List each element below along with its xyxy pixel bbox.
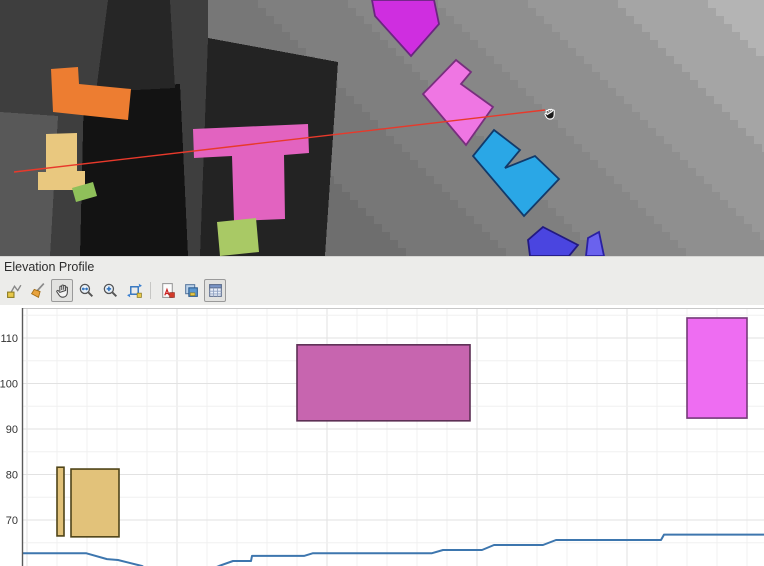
profile-box-tan-thin (57, 467, 64, 536)
profile-box-tan-wide (71, 469, 119, 537)
hand-icon (54, 282, 71, 299)
zoom-full-button[interactable] (75, 279, 97, 302)
map-canvas[interactable] (0, 0, 764, 256)
zoom-in-button[interactable] (99, 279, 121, 302)
elevation-profile-chart[interactable]: 110 100 90 80 70 (0, 305, 764, 566)
page-pdf-icon (159, 282, 176, 299)
dem-black-band-top (96, 0, 175, 92)
y-axis-tick-label: 70 (6, 515, 18, 527)
export-pdf-button[interactable] (156, 279, 178, 302)
pan-button[interactable] (51, 279, 73, 302)
toolbar-separator (150, 282, 151, 299)
window-table-icon (207, 282, 224, 299)
profile-box-violet (687, 318, 747, 418)
export-image-button[interactable] (180, 279, 202, 302)
add-profile-curve-button[interactable] (3, 279, 25, 302)
building-green-lower (217, 218, 259, 256)
elevation-profile-toolbar (2, 277, 227, 303)
move-extent-button[interactable] (123, 279, 145, 302)
y-axis-tick-label: 90 (6, 424, 18, 436)
y-axis-tick-label: 100 (0, 379, 18, 391)
profile-box-orchid (297, 345, 470, 421)
capture-curve-icon (6, 282, 23, 299)
blue-extent-arrows-icon (126, 282, 143, 299)
magnifier-arrows-icon (78, 282, 95, 299)
magnifier-plus-icon (102, 282, 119, 299)
broom-icon (30, 282, 47, 299)
panel-title: Elevation Profile (4, 260, 94, 274)
qgis-window: Elevation Profile (0, 0, 764, 566)
elevation-profile-panel: Elevation Profile (0, 256, 764, 305)
dock-options-button[interactable] (204, 279, 226, 302)
clear-button[interactable] (27, 279, 49, 302)
y-axis-tick-label: 80 (6, 470, 18, 482)
copy-layers-icon (183, 282, 200, 299)
y-axis-tick-label: 110 (0, 333, 18, 345)
